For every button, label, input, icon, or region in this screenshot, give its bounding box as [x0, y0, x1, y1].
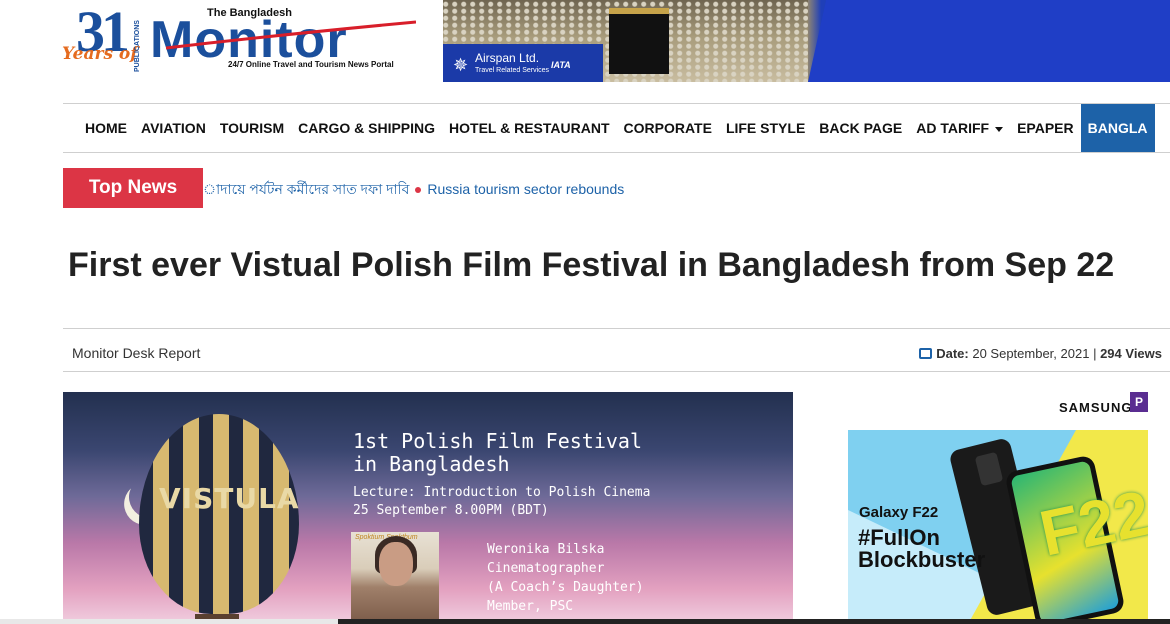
- nav-item-ad-tariff-label: AD TARIFF: [916, 120, 990, 136]
- site-logo[interactable]: 31 Years of PUBLICATIONS The Bangladesh …: [62, 2, 422, 80]
- logo-tagline: 24/7 Online Travel and Tourism News Port…: [228, 60, 394, 69]
- chevron-down-icon: [995, 126, 1004, 132]
- nav-item-tourism[interactable]: TOURISM: [213, 104, 291, 152]
- ticker-bullet-icon: [415, 187, 422, 193]
- nav-item-ad-tariff[interactable]: AD TARIFF: [909, 104, 1010, 152]
- nav-item-cargo-shipping[interactable]: CARGO & SHIPPING: [291, 104, 442, 152]
- meta-separator: |: [1093, 346, 1097, 361]
- samsung-ad[interactable]: SAMSUNG P F22 Galaxy F22 #FullOn Blockbu…: [848, 390, 1148, 624]
- banner-company-name: Airspan Ltd.: [475, 51, 540, 65]
- speaker-photo: Spoktium Spokthum: [351, 532, 439, 624]
- logo-years-text: Years of: [62, 44, 138, 64]
- banner-blue-panel: [808, 0, 1170, 82]
- nav-item-home[interactable]: HOME: [78, 104, 134, 152]
- nav-item-corporate[interactable]: CORPORATE: [617, 104, 719, 152]
- samsung-logo: SAMSUNG: [1059, 400, 1133, 415]
- nav-item-life-style[interactable]: LIFE STYLE: [719, 104, 812, 152]
- article-date-views: Date: 20 September, 2021 | 294 Views: [919, 346, 1162, 361]
- nav-item-hotel-restaurant[interactable]: HOTEL & RESTAURANT: [442, 104, 616, 152]
- airspan-star-icon: ✵: [453, 55, 469, 75]
- nav-item-epaper[interactable]: EPAPER: [1010, 104, 1081, 152]
- news-ticker: াদায়ে পর্যটন কর্মীদের সাত দফা দাবি Russi…: [203, 178, 903, 198]
- nav-item-bangla[interactable]: BANGLA: [1080, 104, 1155, 152]
- top-news-label: Top News: [63, 168, 203, 208]
- header-banner-ad[interactable]: ✵ Airspan Ltd. Travel Related Services I…: [443, 0, 1170, 82]
- banner-company-subtitle: Travel Related Services: [475, 67, 550, 74]
- ad-product-name: Galaxy F22: [859, 504, 939, 521]
- main-navigation: HOME AVIATION TOURISM CARGO & SHIPPING H…: [63, 103, 1170, 153]
- banner-kaaba-image: [609, 8, 669, 74]
- article-views: 294 Views: [1100, 346, 1162, 361]
- horizontal-scrollbar[interactable]: [0, 619, 1170, 624]
- nav-item-aviation[interactable]: AVIATION: [134, 104, 213, 152]
- speaker-bio: Weronika Bilska Cinematographer (A Coach…: [487, 542, 644, 624]
- ticker-item[interactable]: Russia tourism sector rebounds: [427, 181, 624, 197]
- poster-lecture-info: Lecture: Introduction to Polish Cinema 2…: [353, 485, 651, 518]
- ad-slogan: #FullOn Blockbuster: [858, 525, 986, 572]
- print-icon[interactable]: [919, 348, 933, 359]
- logo-publications-text: PUBLICATIONS: [134, 20, 141, 72]
- article-meta: Monitor Desk Report Date: 20 September, …: [63, 328, 1170, 372]
- article-date: 20 September, 2021: [972, 346, 1090, 361]
- nav-item-back-page[interactable]: BACK PAGE: [812, 104, 909, 152]
- scrollbar-thumb[interactable]: [338, 619, 1170, 624]
- article-author: Monitor Desk Report: [72, 345, 201, 361]
- balloon-label: VISTULA: [159, 482, 300, 515]
- speaker-face: [379, 542, 413, 586]
- ad-badge-icon: P: [1130, 392, 1148, 412]
- article-headline: First ever Vistual Polish Film Festival …: [68, 246, 1115, 284]
- poster-title: 1st Polish Film Festival in Bangladesh: [353, 429, 642, 476]
- date-label: Date:: [936, 346, 969, 361]
- ticker-item[interactable]: াদায়ে পর্যটন কর্মীদের সাত দফা দাবি: [203, 181, 409, 197]
- iata-logo-icon: IATA: [551, 60, 571, 70]
- logo-swoosh-icon: [166, 20, 416, 50]
- article-featured-image: VISTULA 1st Polish Film Festival in Bang…: [63, 392, 793, 624]
